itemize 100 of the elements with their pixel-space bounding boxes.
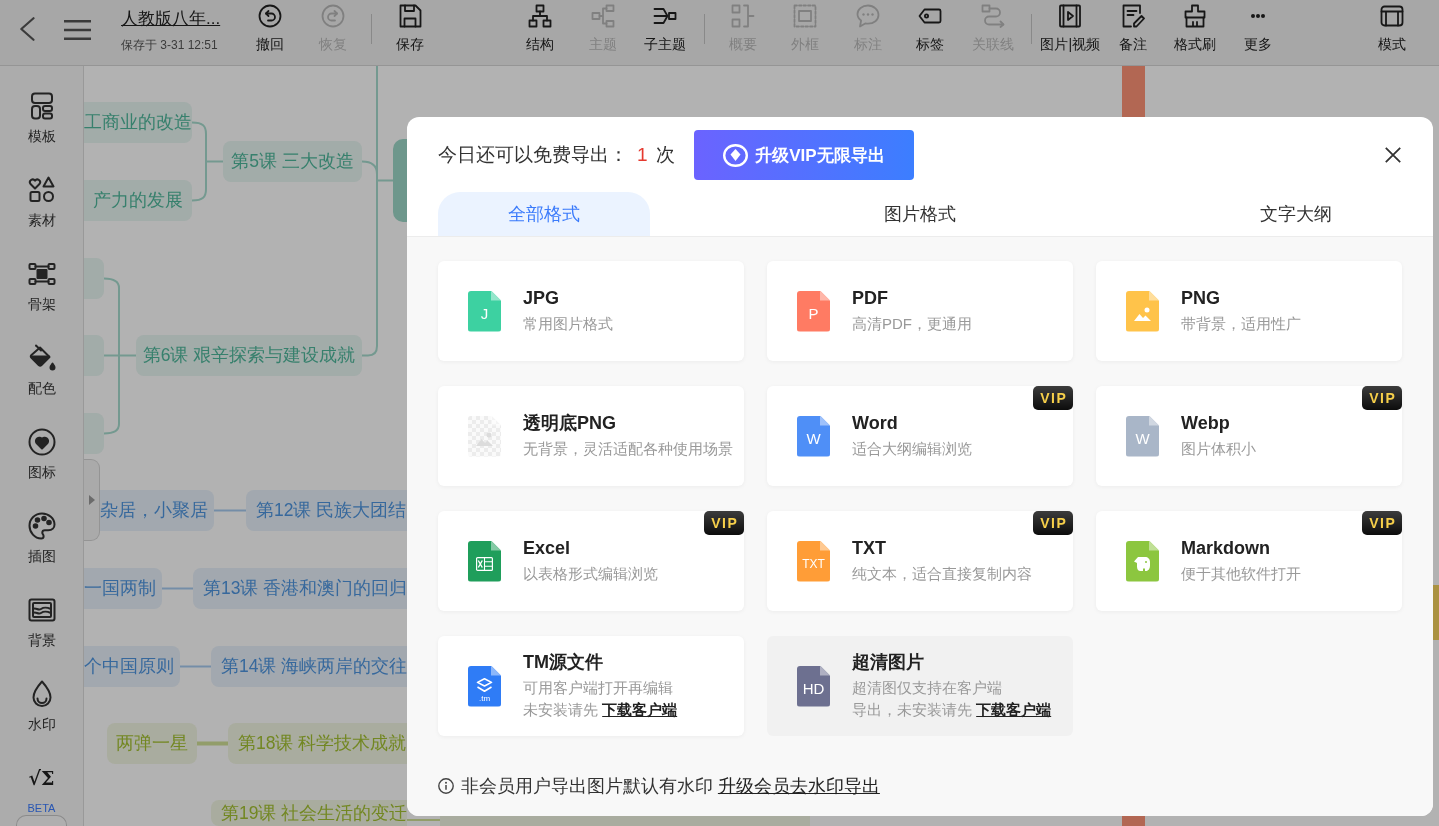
- connector-line: [213, 509, 247, 512]
- format-description: 图片体积小: [1181, 439, 1256, 459]
- document-title[interactable]: 人教版八年...: [121, 8, 221, 30]
- more-icon: [1250, 14, 1265, 18]
- sidebar-item[interactable]: 配色: [0, 340, 83, 424]
- format-title: PNG: [1181, 287, 1220, 309]
- format-card[interactable]: TXT TXT 纯文本，适合直接复制内容 VIP: [767, 511, 1073, 611]
- vip-badge: VIP: [1033, 386, 1073, 410]
- sidebar-item[interactable]: 模板: [0, 88, 83, 172]
- format-description: 可用客户端打开再编辑: [523, 678, 673, 698]
- upgrade-link[interactable]: 升级会员去水印导出: [717, 776, 880, 796]
- mind-map-node: [84, 413, 104, 454]
- format-card[interactable]: W Webp 图片体积小 VIP: [1096, 386, 1402, 486]
- sidebar-item[interactable]: 背景: [0, 592, 83, 676]
- redo-icon: [320, 4, 345, 28]
- mind-map-node: 第19课 社会生活的变迁: [211, 800, 407, 826]
- format-description: 超清图仅支持在客户端: [852, 678, 1002, 698]
- format-title: TXT: [852, 537, 886, 559]
- mind-map-node: 一国两制: [84, 568, 162, 609]
- node-grid-icon: [27, 260, 56, 288]
- sidebar-item[interactable]: 骨架: [0, 256, 83, 340]
- format-description: 常用图片格式: [523, 314, 613, 334]
- bracket-icon: [730, 4, 755, 28]
- format-description: 适合大纲编辑浏览: [852, 439, 972, 459]
- vip-badge: VIP: [1033, 511, 1073, 535]
- format-description: 高清PDF，更通用: [852, 314, 972, 334]
- format-description: 纯文本，适合直接复制内容: [852, 564, 1032, 584]
- mind-map-node: 第13课 香港和澳门的回归: [193, 568, 407, 609]
- install-note: 未安装请先 下载客户端: [523, 700, 678, 720]
- mind-map-node: [1433, 585, 1439, 640]
- menu-icon[interactable]: [64, 20, 91, 40]
- mind-map-node: 第14课 海峡两岸的交往: [211, 646, 407, 687]
- mode-button[interactable]: 模式: [1360, 0, 1423, 52]
- toggle-button[interactable]: [16, 815, 67, 826]
- undo-button[interactable]: 撤回: [239, 0, 302, 52]
- format-title: 超清图片: [852, 651, 924, 673]
- connector-line: [179, 665, 212, 668]
- undo-icon: [258, 4, 283, 28]
- format-brush-button[interactable]: 格式刷: [1164, 0, 1227, 52]
- file-icon: W: [1126, 415, 1159, 457]
- sidebar-item[interactable]: 插图: [0, 508, 83, 592]
- dashed-frame-icon: [793, 4, 818, 28]
- format-card[interactable]: .tm TM源文件 可用客户端打开再编辑 未安装请先 下载客户端: [438, 636, 744, 736]
- mind-map-node: 第18课 科学技术成就: [228, 723, 407, 764]
- format-card[interactable]: 透明底PNG 无背景，灵活适配各种使用场景: [438, 386, 744, 486]
- close-icon[interactable]: [1385, 147, 1401, 163]
- beta-label: BETA: [27, 801, 56, 815]
- sidebar-item[interactable]: √Σ BETA: [0, 760, 83, 815]
- upgrade-button[interactable]: 升级VIP无限导出: [693, 130, 914, 180]
- quota-text: 今日还可以免费导出： 1 次: [438, 143, 675, 167]
- note-button[interactable]: 备注: [1101, 0, 1164, 52]
- note-icon: [1120, 4, 1145, 28]
- vip-badge: VIP: [1362, 386, 1402, 410]
- mind-map-node: [84, 335, 104, 376]
- format-card[interactable]: P PDF 高清PDF，更通用: [767, 261, 1073, 361]
- window-icon: [1379, 4, 1404, 28]
- org-chart-icon: [528, 4, 553, 28]
- collapse-handle[interactable]: [84, 459, 100, 541]
- format-card[interactable]: PNG 带背景，适用性广: [1096, 261, 1402, 361]
- format-title: Excel: [523, 537, 571, 559]
- file-icon: TXT: [797, 540, 830, 582]
- framed-picture-icon: [27, 596, 56, 624]
- format-card[interactable]: J JPG 常用图片格式: [438, 261, 744, 361]
- mind-map-node: 工商业的改造: [84, 102, 192, 143]
- topic-icon: [590, 4, 615, 28]
- connector-line: [161, 587, 194, 590]
- format-card[interactable]: Markdown 便于其他软件打开 VIP: [1096, 511, 1402, 611]
- mind-map-node: [84, 258, 104, 299]
- format-card[interactable]: Excel 以表格形式编辑浏览 VIP: [438, 511, 744, 611]
- structure-button[interactable]: 结构: [509, 0, 572, 52]
- brush-icon: [1183, 4, 1208, 28]
- subtopic-button[interactable]: 子主题: [634, 0, 697, 52]
- save-button[interactable]: 保存: [379, 0, 442, 52]
- vip-badge: VIP: [704, 511, 744, 535]
- format-card[interactable]: W Word 适合大纲编辑浏览 VIP: [767, 386, 1073, 486]
- mind-map-node: 第6课 艰辛探索与建设成就: [136, 335, 362, 376]
- more-button[interactable]: 更多: [1226, 0, 1289, 52]
- save-time: 保存于 3-31 12:51: [121, 38, 218, 52]
- palette-icon: [27, 512, 56, 540]
- sidebar-item[interactable]: 图标: [0, 424, 83, 508]
- file-icon: .tm: [468, 665, 501, 707]
- tag-button[interactable]: 标签: [899, 0, 962, 52]
- sidebar-item[interactable]: 水印: [0, 676, 83, 760]
- vip-badge: VIP: [1362, 511, 1402, 535]
- format-tab[interactable]: 文字大纲: [1190, 192, 1402, 236]
- branch-bar: [1122, 66, 1145, 117]
- format-description: 无背景，灵活适配各种使用场景: [523, 439, 733, 459]
- media-button[interactable]: 图片|视频: [1039, 0, 1102, 52]
- format-description: 以表格形式编辑浏览: [523, 564, 658, 584]
- format-title: Webp: [1181, 412, 1230, 434]
- back-icon[interactable]: [20, 17, 35, 41]
- watermark-notice: 非会员用户导出图片默认有水印 升级会员去水印导出: [461, 776, 880, 796]
- file-icon: HD: [797, 665, 830, 707]
- format-description: 带背景，适用性广: [1181, 314, 1301, 334]
- download-link[interactable]: 下载客户端: [602, 701, 678, 718]
- sidebar-item[interactable]: 素材: [0, 172, 83, 256]
- mind-map-node: 第12课 民族大团结: [246, 490, 407, 531]
- format-title: TM源文件: [523, 651, 603, 673]
- format-tab[interactable]: 图片格式: [814, 192, 1026, 236]
- format-tab[interactable]: 全部格式: [438, 192, 650, 236]
